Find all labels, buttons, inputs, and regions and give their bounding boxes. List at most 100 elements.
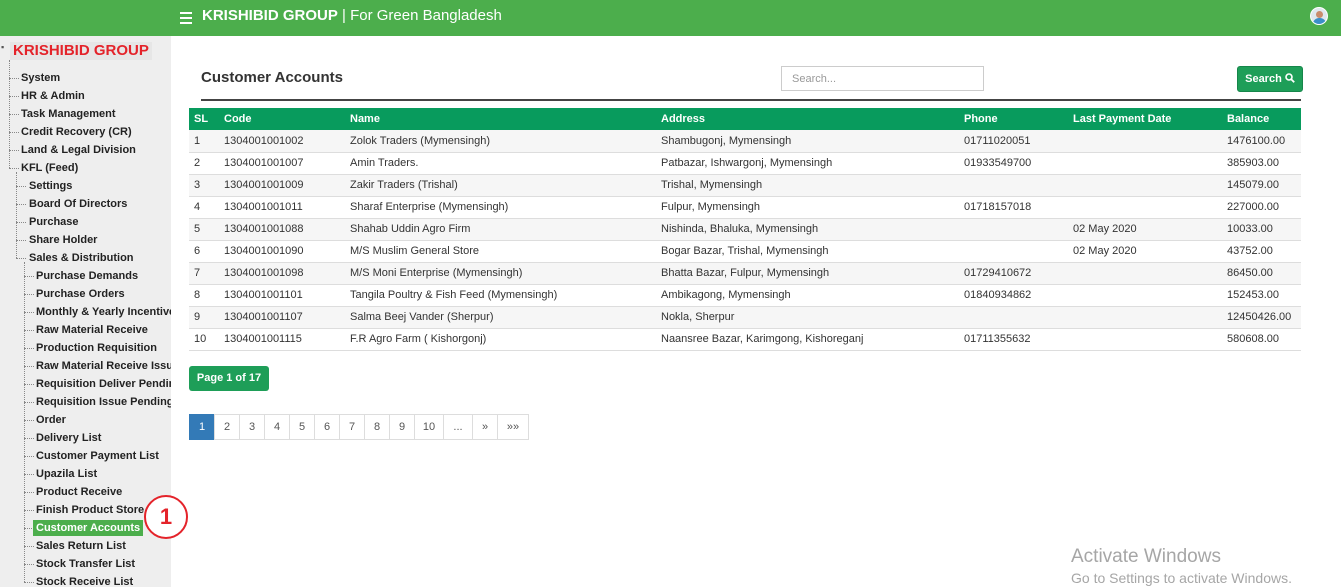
table-cell: 145079.00 xyxy=(1222,174,1301,197)
sidebar-item-purchase-orders[interactable]: Purchase Orders xyxy=(36,286,125,302)
table-cell: Ambikagong, Mymensingh xyxy=(656,284,959,307)
table-cell: 3 xyxy=(189,174,219,197)
page-info-button[interactable]: Page 1 of 17 xyxy=(189,366,269,391)
sidebar-item-upazila-list[interactable]: Upazila List xyxy=(36,466,97,482)
sidebar-item-customer-payment-list[interactable]: Customer Payment List xyxy=(36,448,159,464)
pager-last-button[interactable]: »» xyxy=(497,414,529,440)
pager-page-9[interactable]: 9 xyxy=(389,414,415,440)
table-row[interactable]: 9 1304001001107 Salma Beej Vander (Sherpur… xyxy=(189,306,1301,329)
table-cell: 9 xyxy=(189,306,219,329)
table-cell xyxy=(1068,152,1222,175)
sidebar-item-production-requisition[interactable]: Production Requisition xyxy=(36,340,157,356)
table-row[interactable]: 2 1304001001007 Amin Traders. Patbazar, Ish… xyxy=(189,152,1301,175)
tree-root[interactable]: KRISHIBID GROUP xyxy=(10,42,152,60)
sidebar-item-board-of-directors[interactable]: Board Of Directors xyxy=(29,196,127,212)
page-title: Customer Accounts xyxy=(201,69,343,86)
hamburger-menu-icon[interactable] xyxy=(180,9,192,25)
column-header-phone[interactable]: Phone xyxy=(959,108,1068,130)
sidebar-item-kfl-feed[interactable]: KFL (Feed) xyxy=(21,160,78,176)
table-row[interactable]: 3 1304001001009 Zakir Traders (Trishal) Tri… xyxy=(189,174,1301,197)
table-cell: 4 xyxy=(189,196,219,219)
table-cell: 02 May 2020 xyxy=(1068,240,1222,263)
table-cell: 01729410672 xyxy=(959,262,1068,285)
sidebar-item-sales-distribution[interactable]: Sales & Distribution xyxy=(29,250,134,266)
column-header-sl[interactable]: SL xyxy=(189,108,219,130)
column-header-address[interactable]: Address xyxy=(656,108,959,130)
table-cell xyxy=(1068,174,1222,197)
sidebar-item-share-holder[interactable]: Share Holder xyxy=(29,232,97,248)
pager-page-4[interactable]: 4 xyxy=(264,414,290,440)
table-row[interactable]: 5 1304001001088 Shahab Uddin Agro Firm Nish… xyxy=(189,218,1301,241)
sidebar-item-system[interactable]: System xyxy=(21,70,60,86)
table-cell xyxy=(1068,196,1222,219)
sidebar-item-credit-recovery-cr[interactable]: Credit Recovery (CR) xyxy=(21,124,132,140)
table-cell: Fulpur, Mymensingh xyxy=(656,196,959,219)
sidebar-tree: ▪ KRISHIBID GROUP System HR & Admin Task Man… xyxy=(0,36,171,587)
user-avatar[interactable] xyxy=(1310,7,1328,25)
sidebar-item-monthly-yearly-incentive[interactable]: Monthly & Yearly Incentive xyxy=(36,304,171,320)
sidebar-item-requisition-deliver-pending[interactable]: Requisition Deliver Pending xyxy=(36,376,171,392)
sidebar-item-requisition-issue-pending[interactable]: Requisition Issue Pending xyxy=(36,394,171,410)
pager-page-1[interactable]: 1 xyxy=(189,414,215,440)
pager-page-2[interactable]: 2 xyxy=(214,414,240,440)
column-header-last-payment-date[interactable]: Last Payment Date xyxy=(1068,108,1222,130)
sidebar-item-sales-return-list[interactable]: Sales Return List xyxy=(36,538,126,554)
table-cell: Shambugonj, Mymensingh xyxy=(656,130,959,153)
table-cell: Tangila Poultry & Fish Feed (Mymensingh) xyxy=(345,284,656,307)
root-collapse-icon[interactable]: ▪ xyxy=(1,42,4,52)
table-cell: Zakir Traders (Trishal) xyxy=(345,174,656,197)
table-cell: Bogar Bazar, Trishal, Mymensingh xyxy=(656,240,959,263)
table-cell: 1304001001107 xyxy=(219,306,345,329)
table-cell: 227000.00 xyxy=(1222,196,1301,219)
sidebar-item-product-receive[interactable]: Product Receive xyxy=(36,484,122,500)
table-row[interactable]: 4 1304001001011 Sharaf Enterprise (Mymensi… xyxy=(189,196,1301,219)
pager-page-8[interactable]: 8 xyxy=(364,414,390,440)
sidebar-item-stock-receive-list[interactable]: Stock Receive List xyxy=(36,574,133,587)
column-header-name[interactable]: Name xyxy=(345,108,656,130)
pager-page-7[interactable]: 7 xyxy=(339,414,365,440)
sidebar-item-land-legal-division[interactable]: Land & Legal Division xyxy=(21,142,136,158)
sidebar-item-customer-accounts[interactable]: Customer Accounts xyxy=(33,520,144,536)
table-cell: M/S Moni Enterprise (Mymensingh) xyxy=(345,262,656,285)
table-row[interactable]: 7 1304001001098 M/S Moni Enterprise (Mymen… xyxy=(189,262,1301,285)
table-cell xyxy=(1068,328,1222,351)
table-cell: Salma Beej Vander (Sherpur) xyxy=(345,306,656,329)
pager-page-5[interactable]: 5 xyxy=(289,414,315,440)
table-cell: 12450426.00 xyxy=(1222,306,1301,329)
search-input[interactable] xyxy=(781,66,984,91)
sidebar-item-purchase-demands[interactable]: Purchase Demands xyxy=(36,268,138,284)
sidebar-item-settings[interactable]: Settings xyxy=(29,178,72,194)
top-navbar: KRISHIBID GROUP | For Green Bangladesh xyxy=(0,0,1341,36)
table-cell: 10 xyxy=(189,328,219,351)
pager-page-6[interactable]: 6 xyxy=(314,414,340,440)
column-header-balance[interactable]: Balance xyxy=(1222,108,1301,130)
pager-next-button[interactable]: » xyxy=(472,414,498,440)
table-cell: 43752.00 xyxy=(1222,240,1301,263)
table-cell xyxy=(959,174,1068,197)
sidebar-item-hr-admin[interactable]: HR & Admin xyxy=(21,88,85,104)
customer-accounts-table: SL Code Name Address Phone Last Payment Date B… xyxy=(189,108,1301,351)
sidebar-item-raw-material-receive-issue[interactable]: Raw Material Receive Issue xyxy=(36,358,171,374)
table-row[interactable]: 6 1304001001090 M/S Muslim General Store Bo… xyxy=(189,240,1301,263)
table-row[interactable]: 8 1304001001101 Tangila Poultry & Fish Fee… xyxy=(189,284,1301,307)
sidebar-item-raw-material-receive[interactable]: Raw Material Receive xyxy=(36,322,148,338)
table-cell: Nokla, Sherpur xyxy=(656,306,959,329)
sidebar-item-task-management[interactable]: Task Management xyxy=(21,106,116,122)
search-button[interactable]: Search xyxy=(1237,66,1303,92)
table-cell: 580608.00 xyxy=(1222,328,1301,351)
table-cell xyxy=(1068,130,1222,153)
brand-tagline: | For Green Bangladesh xyxy=(337,7,502,24)
column-header-code[interactable]: Code xyxy=(219,108,345,130)
pager-page-10[interactable]: 10 xyxy=(414,414,444,440)
windows-activation-watermark: Activate Windows Go to Settings to activ… xyxy=(1071,546,1292,586)
pager-ellipsis[interactable]: ... xyxy=(443,414,473,440)
sidebar-item-delivery-list[interactable]: Delivery List xyxy=(36,430,101,446)
sidebar-item-purchase[interactable]: Purchase xyxy=(29,214,79,230)
table-row[interactable]: 10 1304001001115 F.R Agro Farm ( Kishorgon… xyxy=(189,328,1301,351)
pagination: 1 2 3 4 5 6 7 8 9 10...»»» xyxy=(189,414,529,440)
table-row[interactable]: 1 1304001001002 Zolok Traders (Mymensingh)… xyxy=(189,130,1301,153)
sidebar-item-stock-transfer-list[interactable]: Stock Transfer List xyxy=(36,556,135,572)
sidebar-item-finish-product-store[interactable]: Finish Product Store xyxy=(36,502,144,518)
pager-page-3[interactable]: 3 xyxy=(239,414,265,440)
sidebar-item-order[interactable]: Order xyxy=(36,412,66,428)
